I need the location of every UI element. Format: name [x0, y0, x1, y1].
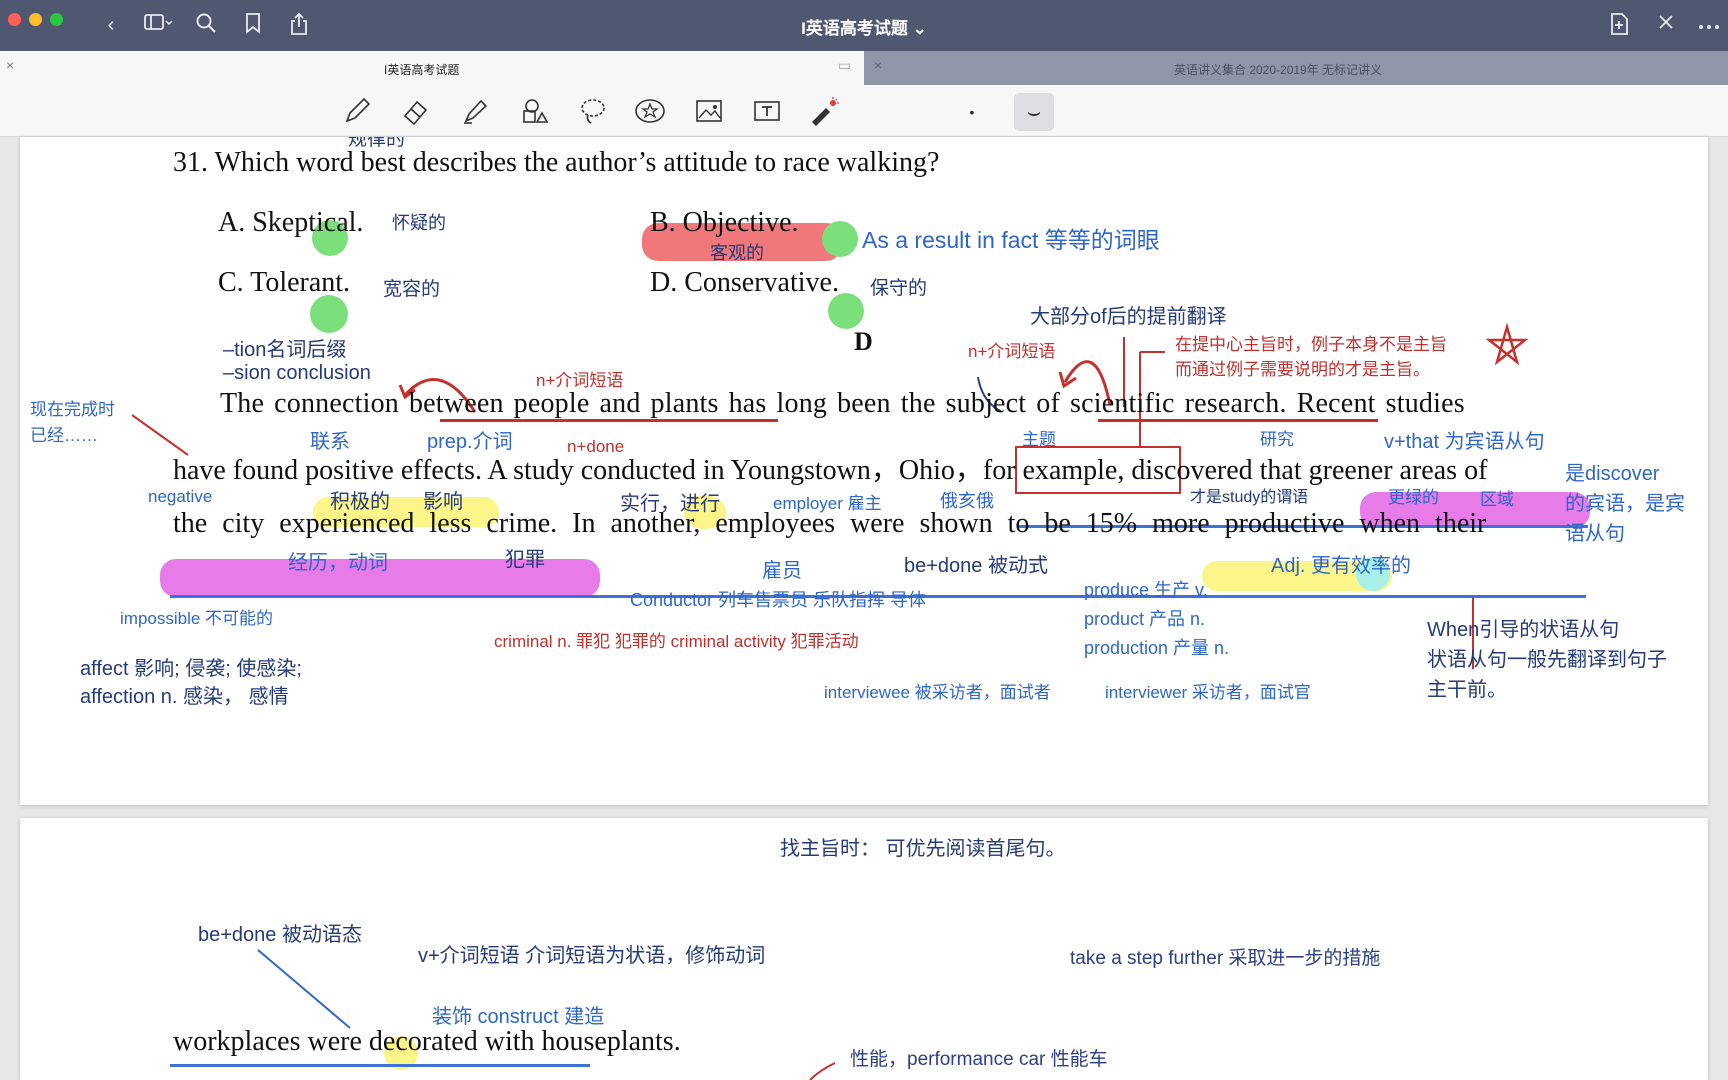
note-experience: 经历，动词: [288, 552, 388, 574]
tab-label: 英语讲义集合 2020-2019年 无标记讲义: [1174, 63, 1383, 77]
note-main-idea: 在提中心主旨时，例子本身不是主旨: [1175, 335, 1447, 354]
text-icon[interactable]: [751, 96, 783, 128]
note-be-done: be+done 被动式: [904, 555, 1048, 577]
note-discover-object: 语从句: [1565, 523, 1625, 545]
tab-english-notes[interactable]: × 英语讲义集合 2020-2019年 无标记讲义: [864, 51, 1728, 85]
note-v-prep-phrase: v+介词短语 介词短语为状语，修饰动词: [418, 945, 766, 967]
note-present-perfect: 已经……: [30, 426, 98, 445]
note-interviewer: interviewer 采访者，面试官: [1105, 683, 1311, 702]
option-a[interactable]: A. Skeptical.: [218, 207, 363, 239]
annotation-toolbar: • ⌣: [0, 85, 1728, 137]
tab-close-icon[interactable]: ×: [6, 57, 14, 73]
note-of-translate: 大部分of后的提前翻译: [1030, 306, 1227, 328]
pen-stroke-option[interactable]: ⌣: [1014, 93, 1054, 131]
note-when-clause: 主干前。: [1427, 679, 1507, 701]
note-n-prep-phrase: n+介词短语: [968, 342, 1056, 361]
passage-line-1: The connection between people and plants…: [220, 388, 1465, 419]
passage-line-3: the city experienced less crime. In anot…: [173, 508, 1487, 539]
laser-pointer-icon[interactable]: [808, 96, 840, 128]
highlighter-icon[interactable]: [459, 96, 491, 128]
option-d[interactable]: D. Conservative.: [650, 267, 839, 299]
note-option-b: 客观的: [710, 243, 764, 263]
option-b[interactable]: B. Objective.: [650, 207, 799, 239]
note-be-done-passive: be+done 被动语态: [198, 924, 362, 946]
note-key-words: As a result in fact 等等的词眼: [862, 227, 1160, 253]
document-page-1: 规律的 31. Which word best describes the au…: [20, 137, 1708, 805]
close-icon[interactable]: [1653, 12, 1679, 38]
note-when-clause: 状语从句一般先翻译到句子: [1427, 649, 1667, 671]
window-titlebar: ‹ I英语高考试题 ⌄: [0, 0, 1728, 51]
passage-sentence: workplaces were decorated with houseplan…: [173, 1026, 681, 1057]
note-criminal: criminal n. 罪犯 犯罪的 criminal activity 犯罪活…: [494, 632, 859, 651]
note-tion: –tion名词后缀: [223, 339, 347, 361]
note-decorate: 装饰 construct 建造: [432, 1006, 605, 1028]
tab-english-exam[interactable]: × I英语高考试题 ▭: [0, 51, 864, 85]
note-present-perfect: 现在完成时: [30, 400, 115, 419]
note-impossible: impossible 不可能的: [120, 609, 274, 628]
note-area: 区域: [1480, 490, 1514, 509]
lasso-icon[interactable]: [577, 96, 609, 128]
document-page-2: 找主旨时： 可优先阅读首尾句。 be+done 被动语态 v+介词短语 介词短语…: [20, 818, 1708, 1080]
section-letter: D: [854, 327, 873, 356]
note-main-idea-tip: 找主旨时： 可优先阅读首尾句。: [780, 838, 1066, 860]
shapes-icon[interactable]: [518, 96, 550, 128]
pen-icon[interactable]: [341, 96, 373, 128]
more-icon[interactable]: [1696, 12, 1722, 38]
note-affect: affect 影响; 侵袭; 使感染;: [80, 658, 302, 680]
note-product: product 产品 n.: [1084, 609, 1206, 629]
passage-line-2: have found positive effects. A study con…: [173, 455, 1488, 486]
question-text: 31. Which word best describes the author…: [173, 147, 940, 178]
option-c[interactable]: C. Tolerant.: [218, 267, 350, 299]
note-option-d: 保守的: [870, 278, 928, 299]
tab-close-icon[interactable]: ×: [874, 57, 882, 73]
tab-bar: × I英语高考试题 ▭ × 英语讲义集合 2020-2019年 无标记讲义: [0, 51, 1728, 85]
note-theme: 主题: [1022, 430, 1056, 449]
note-conductor: Conductor 列车售票员 乐队指挥 导体: [630, 590, 927, 610]
note-option-c: 宽容的: [383, 279, 441, 300]
note-performance: 性能，performance car 性能车: [850, 1049, 1108, 1070]
tab-label: I英语高考试题: [384, 63, 460, 77]
eraser-icon[interactable]: [400, 96, 432, 128]
note-discover-object: 是discover: [1565, 463, 1660, 485]
note-study-predicate: 才是study的谓语: [1190, 489, 1309, 506]
window-title[interactable]: I英语高考试题 ⌄: [0, 14, 1728, 39]
note-crime: 犯罪: [505, 549, 545, 571]
sticker-icon[interactable]: [634, 96, 666, 128]
note-adj-productive: Adj. 更有效率的: [1271, 555, 1412, 577]
note-greener: 更绿的: [1388, 488, 1439, 507]
note-when-clause: When引导的状语从句: [1427, 619, 1620, 641]
note-produce: produce 生产 v.: [1084, 580, 1208, 600]
underline-blue: [170, 1064, 590, 1067]
note-interviewee: interviewee 被采访者，面试者: [824, 683, 1051, 702]
pen-size-option[interactable]: •: [956, 96, 988, 128]
note-sion: –sion conclusion: [223, 362, 371, 384]
note-research: 研究: [1260, 430, 1294, 449]
add-page-icon[interactable]: [1606, 12, 1632, 38]
note-negative: negative: [148, 487, 213, 506]
note-option-a: 怀疑的: [392, 213, 446, 233]
note-employee: 雇员: [762, 560, 802, 582]
note-production: production 产量 n.: [1084, 638, 1230, 658]
note-main-idea: 而通过例子需要说明的才是主旨。: [1175, 360, 1430, 379]
note-take-a-step: take a step further 采取进一步的措施: [1070, 948, 1381, 969]
note-affection: affection n. 感染， 感情: [80, 686, 289, 708]
image-icon[interactable]: [693, 96, 725, 128]
note-discover-object: 的宾语，是宾: [1565, 493, 1685, 515]
split-view-icon[interactable]: ▭: [838, 57, 851, 74]
